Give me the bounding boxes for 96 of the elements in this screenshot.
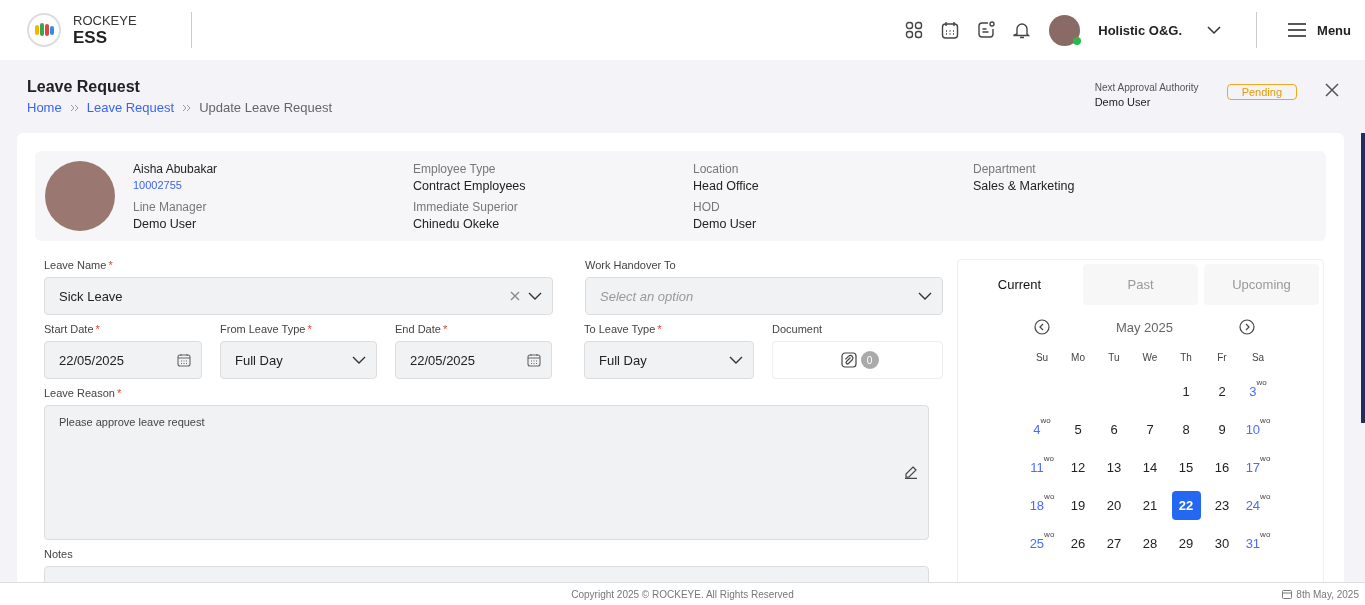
weekday-label: Sa [1250,352,1266,365]
calendar-icon[interactable] [177,353,191,367]
calendar-day[interactable]: 16 [1207,453,1237,482]
calendar-day[interactable]: 9 [1207,415,1237,444]
chevron-down-icon [918,292,932,300]
status-badge: Pending [1226,84,1297,100]
detail-value: Sales & Marketing [973,178,1076,193]
field-label: Leave Reason * [44,387,123,399]
brand-name: ESS [73,29,109,46]
calendar-day[interactable]: 30 [1207,529,1237,558]
chevron-down-icon [528,292,542,300]
calendar-day[interactable]: 15 [1171,453,1201,482]
calendar-day[interactable]: 28 [1135,529,1165,558]
calendar-icon[interactable] [527,353,541,367]
text-area-field[interactable]: Please approve leave request [44,405,929,540]
menu-icon [1287,23,1308,37]
breadcrumb-current: Update Leave Request [199,100,333,115]
document-count-badge: 0 [860,351,879,369]
field-label: Leave Name * [44,259,114,271]
calendar-day[interactable]: 5 [1063,415,1093,444]
select-field[interactable]: Sick Leave [44,277,553,315]
previous-month-icon[interactable] [1034,319,1050,335]
calendar-day[interactable]: 19 [1063,491,1093,520]
calendar-day[interactable]: 8 [1171,415,1201,444]
field-label: End Date * [395,323,449,335]
calendar-day[interactable]: 13 [1099,453,1129,482]
calendar-day[interactable]: 7 [1135,415,1165,444]
field-label: To Leave Type * [584,323,663,335]
calendar-day[interactable]: 20 [1099,491,1129,520]
current-date: 8th May, 2025 [1296,588,1359,600]
detail-label: HOD [693,199,721,214]
calendar-day[interactable]: 26 [1063,529,1093,558]
calendar-day[interactable]: 22 [1171,491,1201,520]
weekday-label: Mo [1070,352,1086,365]
employee-name: Aisha Abubakar [133,161,219,176]
organization-dropdown[interactable]: Holistic O&G. [1098,22,1227,38]
detail-value: Demo User [693,216,758,231]
calendar-day[interactable]: 21 [1135,491,1165,520]
detail-label: Line Manager [133,199,208,214]
field-label: Document [772,323,824,335]
approval-value: Demo User [1094,96,1152,108]
chevron-down-icon [729,356,743,364]
weekday-label: Th [1179,352,1193,365]
breadcrumb-link[interactable]: Leave Request [86,100,175,115]
detail-label: Department [973,161,1037,176]
brand-subtitle: ROCKEYE [73,14,137,27]
detail-value: Head Office [693,178,760,193]
date-field[interactable]: 22/05/2025 [395,341,552,379]
select-field[interactable]: Full Day [584,341,754,379]
pencil-icon[interactable] [904,465,918,479]
scrollbar-thumb[interactable] [1361,133,1365,423]
detail-label: Employee Type [413,161,497,176]
attachment-icon[interactable] [840,352,857,368]
weekday-label: Su [1034,352,1050,365]
calendar-day[interactable]: 27 [1099,529,1129,558]
month-title: May 2025 [1115,319,1174,335]
calendar-day[interactable]: 23 [1207,491,1237,520]
notification-bell-icon[interactable] [1013,21,1032,39]
calendar-day[interactable]: 14 [1135,453,1165,482]
calendar-day[interactable]: 6 [1099,415,1129,444]
select-field[interactable]: Full Day [220,341,377,379]
chevron-down-icon [1206,25,1223,35]
copyright-text: Copyright 2025 © ROCKEYE. All Rights Reserved [571,588,794,600]
breadcrumb-separator-icon [69,103,79,112]
message-icon[interactable] [977,21,996,39]
user-avatar[interactable] [1049,14,1081,46]
logo-icon [26,12,62,48]
employee-id-link[interactable]: 10002755 [133,178,413,191]
date-field[interactable]: 22/05/2025 [44,341,202,379]
calendar-day[interactable]: 2 [1207,377,1237,406]
calendar-day[interactable]: 1 [1171,377,1201,406]
field-label: From Leave Type * [220,323,313,335]
detail-value: Contract Employees [413,178,527,193]
detail-value: Chinedu Okeke [413,216,501,231]
field-label: Notes [44,548,74,560]
detail-label: Immediate Superior [413,199,519,214]
breadcrumb-link[interactable]: Home [27,100,62,115]
calendar-day[interactable]: 12 [1063,453,1093,482]
apps-grid-icon[interactable] [905,21,924,39]
field-label: Start Date * [44,323,101,335]
detail-label: Location [693,161,740,176]
page-title: Leave Request [27,78,141,96]
weekday-label: Fr [1216,352,1228,365]
field-label: Work Handover To [585,259,677,271]
breadcrumb-separator-icon [182,103,192,112]
weekday-label: Tu [1107,352,1121,365]
calendar-icon[interactable] [941,21,960,39]
calendar-icon [1282,589,1293,599]
approval-label: Next Approval Authority [1094,82,1199,93]
menu-button[interactable]: Menu [1287,22,1351,38]
weekday-label: We [1141,352,1159,365]
detail-value: Demo User [133,216,198,231]
next-month-icon[interactable] [1239,319,1255,335]
clear-icon[interactable] [510,291,520,301]
chevron-down-icon [352,356,366,364]
calendar-day[interactable]: 29 [1171,529,1201,558]
